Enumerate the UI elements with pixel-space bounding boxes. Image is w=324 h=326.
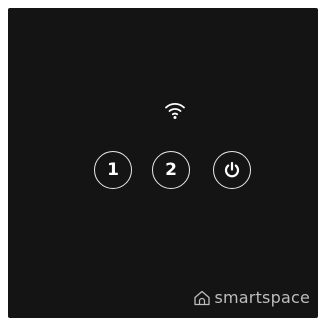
power-button[interactable]: [213, 151, 251, 189]
house-icon: [194, 290, 211, 305]
switch-2-label: 2: [165, 159, 177, 180]
wifi-icon: [165, 103, 185, 119]
brand-name: smartspace: [214, 288, 310, 307]
switch-1-button[interactable]: 1: [94, 151, 132, 189]
switch-panel: 1 2 smartspace: [8, 8, 318, 318]
switch-2-button[interactable]: 2: [152, 151, 190, 189]
brand-logo: smartspace: [193, 288, 310, 307]
switch-1-label: 1: [107, 159, 119, 180]
power-icon: [224, 161, 240, 178]
